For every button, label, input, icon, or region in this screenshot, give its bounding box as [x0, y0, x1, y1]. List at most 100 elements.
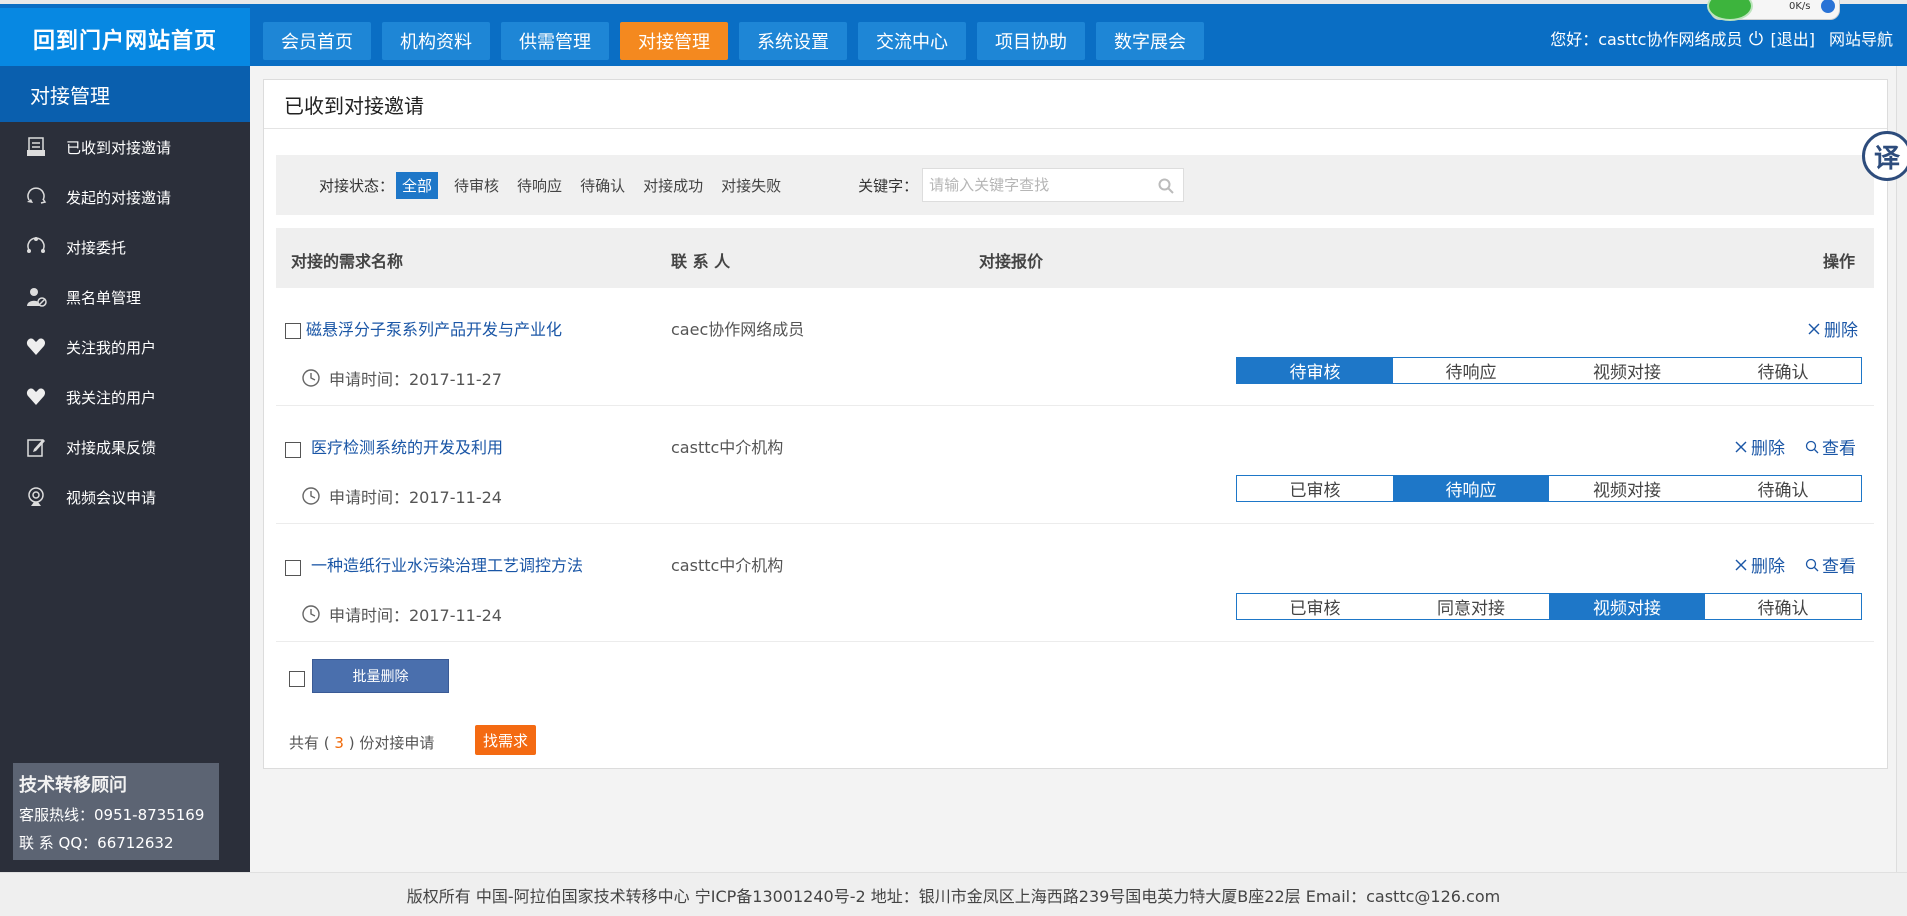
network-speed-widget: 0K/s [1707, 0, 1840, 21]
sidebar-item-label: 视频会议申请 [66, 488, 157, 507]
sidebar-item-feedback[interactable]: 对接成果反馈 [0, 422, 250, 472]
user-area: 您好：casttc协作网络成员 [退出] 网站导航 [1550, 26, 1893, 50]
sidebar-item-received-invites[interactable]: 已收到对接邀请 [0, 122, 250, 172]
nav-exchange-center[interactable]: 交流中心 [858, 22, 966, 60]
clock-icon [302, 487, 320, 505]
sidebar: 对接管理 已收到对接邀请 发起的对接邀请 对接委托 黑名单管理 关注我的用户 我… [0, 66, 250, 872]
power-icon [1749, 31, 1764, 46]
find-demand-button[interactable]: 找需求 [475, 725, 536, 755]
filter-pending-response[interactable]: 待响应 [511, 172, 568, 199]
vertical-scrollbar[interactable] [1896, 66, 1907, 872]
sidebar-item-delegation[interactable]: 对接委托 [0, 222, 250, 272]
batch-delete-button[interactable]: 批量删除 [312, 659, 449, 693]
main-panel: 已收到对接邀请 对接状态： 全部 待审核 待响应 待确认 对接成功 对接失败 关… [263, 79, 1888, 769]
filter-pending-review[interactable]: 待审核 [448, 172, 505, 199]
demand-title-link[interactable]: 磁悬浮分子泵系列产品开发与产业化 [306, 316, 562, 340]
magnifier-icon [1805, 440, 1819, 453]
step-4: 待确认 [1757, 481, 1809, 501]
logout-link[interactable]: [退出] [1770, 26, 1815, 50]
sidebar-title: 对接管理 [0, 66, 250, 122]
sidebar-item-sent-invites[interactable]: 发起的对接邀请 [0, 172, 250, 222]
sidebar-item-label: 关注我的用户 [66, 338, 157, 357]
translate-icon[interactable]: 译 [1862, 131, 1907, 181]
step-2: 待响应 [1393, 476, 1549, 501]
step-2: 同意对接 [1437, 599, 1505, 619]
footer: 版权所有 中国-阿拉伯国家技术转移中心 宁ICP备13001240号-2 地址：… [0, 872, 1907, 916]
contact-name: caec协作网络成员 [671, 320, 805, 339]
consultant-title: 技术转移顾问 [19, 775, 127, 796]
select-all-checkbox[interactable] [289, 671, 305, 687]
main-nav: 会员首页 机构资料 供需管理 对接管理 系统设置 交流中心 项目协助 数字展会 [263, 22, 1215, 60]
step-3: 视频对接 [1593, 481, 1661, 501]
keyword-label: 关键字： [858, 176, 919, 195]
nav-docking-management[interactable]: 对接管理 [620, 22, 728, 60]
close-icon [1735, 441, 1747, 452]
row-actions: 删除 查看 [1734, 434, 1856, 459]
demand-title-link[interactable]: 一种造纸行业水污染治理工艺调控方法 [311, 552, 583, 576]
nav-supply-demand[interactable]: 供需管理 [501, 22, 609, 60]
col-demand-name: 对接的需求名称 [291, 252, 404, 271]
sidebar-item-label: 黑名单管理 [66, 288, 142, 307]
user-block-icon [27, 288, 47, 307]
close-icon [1735, 559, 1747, 570]
filter-success[interactable]: 对接成功 [637, 172, 709, 199]
apply-time-text: 申请时间：2017-11-24 [329, 606, 502, 625]
nav-system-settings[interactable]: 系统设置 [739, 22, 847, 60]
search-icon[interactable] [1157, 177, 1175, 195]
row-checkbox[interactable] [285, 442, 301, 458]
sidebar-item-following[interactable]: 我关注的用户 [0, 372, 250, 422]
progress-steps: 待审核 待响应 视频对接 待确认 [1236, 357, 1862, 384]
filter-pending-confirm[interactable]: 待确认 [574, 172, 631, 199]
step-1: 待审核 [1237, 358, 1393, 383]
clock-icon [302, 369, 320, 387]
nav-org-profile[interactable]: 机构资料 [382, 22, 490, 60]
row-checkbox[interactable] [285, 560, 301, 576]
apply-time: 申请时间：2017-11-24 [301, 602, 502, 626]
inbox-icon [27, 137, 45, 156]
sidebar-item-label: 我关注的用户 [66, 388, 157, 407]
home-portal-button[interactable]: 回到门户网站首页 [0, 8, 250, 70]
total-suffix: ) 份对接申请 [348, 734, 435, 752]
row-actions: 删除 [1807, 316, 1858, 341]
view-button[interactable]: 查看 [1805, 434, 1856, 459]
status-filter-label: 对接状态： [319, 176, 395, 195]
sidebar-item-blacklist[interactable]: 黑名单管理 [0, 272, 250, 322]
sidebar-item-video-meeting[interactable]: 视频会议申请 [0, 472, 250, 522]
view-label: 查看 [1822, 557, 1856, 577]
step-3: 视频对接 [1593, 363, 1661, 383]
step-3: 视频对接 [1549, 594, 1705, 619]
filter-bar: 对接状态： 全部 待审核 待响应 待确认 对接成功 对接失败 关键字： [276, 155, 1874, 215]
view-button[interactable]: 查看 [1805, 552, 1856, 577]
site-nav-link[interactable]: 网站导航 [1829, 26, 1893, 50]
filter-all[interactable]: 全部 [396, 171, 439, 199]
apply-time-text: 申请时间：2017-11-27 [329, 370, 502, 389]
webcam-icon [28, 487, 44, 506]
apply-time-text: 申请时间：2017-11-24 [329, 488, 502, 507]
step-2: 待响应 [1445, 363, 1497, 383]
demand-title-link[interactable]: 医疗检测系统的开发及利用 [311, 434, 503, 458]
clock-icon [302, 605, 320, 623]
heart-icon [26, 338, 46, 355]
tech-transfer-consultant-box: 技术转移顾问 客服热线：0951-8735169 联 系 QQ：66712632 [13, 763, 219, 860]
col-quote: 对接报价 [979, 252, 1044, 271]
nav-digital-expo[interactable]: 数字展会 [1096, 22, 1204, 60]
delete-label: 删除 [1751, 439, 1785, 459]
delete-button[interactable]: 删除 [1734, 434, 1785, 459]
view-label: 查看 [1822, 439, 1856, 459]
nav-project-assist[interactable]: 项目协助 [977, 22, 1085, 60]
send-circle-icon [27, 187, 47, 204]
widget-info-icon [1821, 0, 1835, 13]
edit-icon [27, 439, 45, 457]
step-4: 待确认 [1757, 599, 1809, 619]
table-row: 磁悬浮分子泵系列产品开发与产业化 caec协作网络成员 申请时间：2017-11… [276, 288, 1874, 406]
delete-button[interactable]: 删除 [1807, 316, 1858, 341]
nav-member-home[interactable]: 会员首页 [263, 22, 371, 60]
filter-failed[interactable]: 对接失败 [715, 172, 787, 199]
search-box [922, 168, 1185, 202]
sidebar-item-label: 对接委托 [66, 238, 127, 257]
table-row: 一种造纸行业水污染治理工艺调控方法 casttc中介机构 申请时间：2017-1… [276, 524, 1874, 642]
row-checkbox[interactable] [285, 323, 301, 339]
search-input[interactable] [929, 176, 1150, 194]
sidebar-item-followers[interactable]: 关注我的用户 [0, 322, 250, 372]
delete-button[interactable]: 删除 [1734, 552, 1785, 577]
